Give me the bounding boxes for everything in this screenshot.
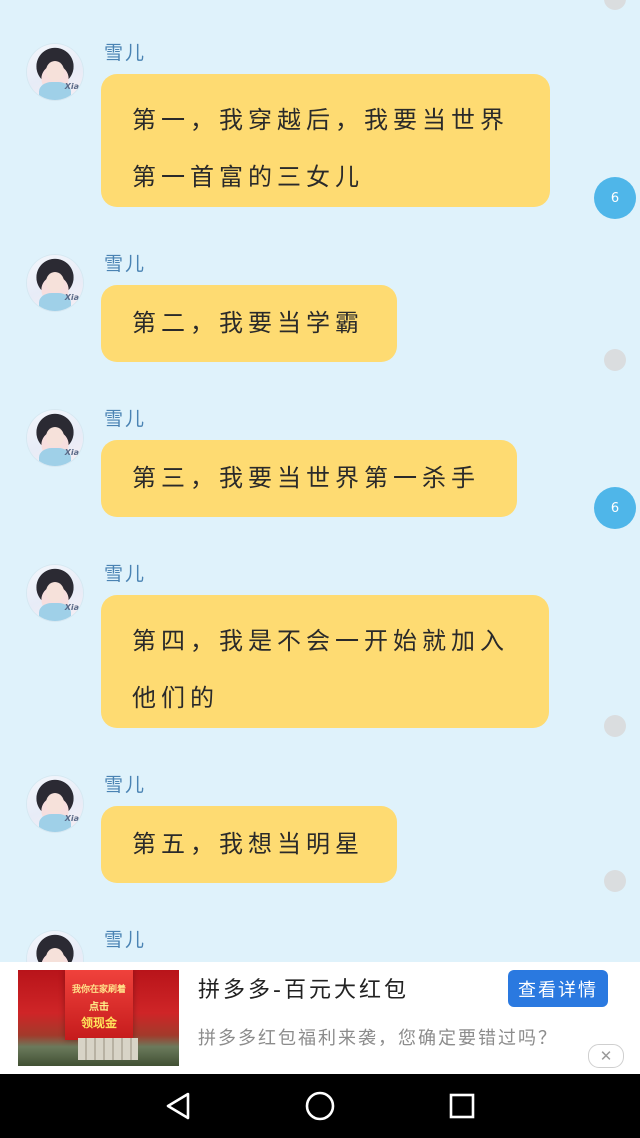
- ad-image-text: 领现金: [80, 1016, 117, 1030]
- ad-title[interactable]: 拼多多-百元大红包: [198, 972, 409, 1004]
- home-icon[interactable]: [302, 1088, 338, 1124]
- message-bubble[interactable]: 第五，我想当明星: [101, 806, 397, 883]
- chat-area[interactable]: Xia 雪儿 第一，我穿越后，我要当世界 第一首富的三女儿 6 Xia 雪儿 第…: [0, 0, 640, 962]
- message-line: 第三，我要当世界第一杀手: [132, 464, 480, 492]
- ad-description: 拼多多红包福利来袭，您确定要错过吗？: [198, 1028, 558, 1049]
- status-dot: [604, 0, 626, 10]
- close-icon[interactable]: ✕: [588, 1044, 624, 1068]
- avatar[interactable]: Xia: [27, 255, 83, 311]
- avatar[interactable]: Xia: [27, 565, 83, 621]
- view-details-button[interactable]: 查看详情: [508, 970, 608, 1007]
- sender-name: 雪儿: [104, 253, 147, 275]
- message-bubble[interactable]: 第一，我穿越后，我要当世界 第一首富的三女儿: [101, 74, 550, 207]
- navigation-bar: [0, 1074, 640, 1138]
- message-line: 第五，我想当明星: [132, 830, 364, 858]
- avatar[interactable]: Xia: [27, 931, 83, 962]
- avatar[interactable]: Xia: [27, 776, 83, 832]
- sender-name: 雪儿: [104, 563, 147, 585]
- status-dot: [604, 715, 626, 737]
- sender-name: 雪儿: [104, 929, 147, 951]
- ad-image-text: 我你在家刷着: [71, 985, 126, 995]
- message-line: 第二，我要当学霸: [132, 309, 364, 337]
- message-line: 第四，我是不会一开始就加入: [132, 627, 509, 655]
- avatar[interactable]: Xia: [27, 44, 83, 100]
- avatar[interactable]: Xia: [27, 410, 83, 466]
- sender-name: 雪儿: [104, 42, 147, 64]
- ad-banner[interactable]: 我你在家刷着 点击 领现金 拼多多-百元大红包 拼多多红包福利来袭，您确定要错过…: [0, 962, 640, 1074]
- sender-name: 雪儿: [104, 408, 147, 430]
- message-line: 第一，我穿越后，我要当世界: [132, 106, 509, 134]
- ad-image-text: 点击: [89, 1002, 109, 1013]
- message-bubble[interactable]: 第二，我要当学霸: [101, 285, 397, 362]
- recents-icon[interactable]: [444, 1088, 480, 1124]
- message-line: 第一首富的三女儿: [132, 163, 364, 191]
- message-bubble[interactable]: 第四，我是不会一开始就加入 他们的: [101, 595, 549, 728]
- message-bubble[interactable]: 第三，我要当世界第一杀手: [101, 440, 517, 517]
- status-dot: [604, 870, 626, 892]
- unread-badge[interactable]: 6: [594, 487, 636, 529]
- back-icon[interactable]: [160, 1088, 196, 1124]
- message-line: 他们的: [132, 684, 219, 712]
- ad-image[interactable]: 我你在家刷着 点击 领现金: [18, 970, 179, 1066]
- sender-name: 雪儿: [104, 774, 147, 796]
- status-dot: [604, 349, 626, 371]
- unread-badge[interactable]: 6: [594, 177, 636, 219]
